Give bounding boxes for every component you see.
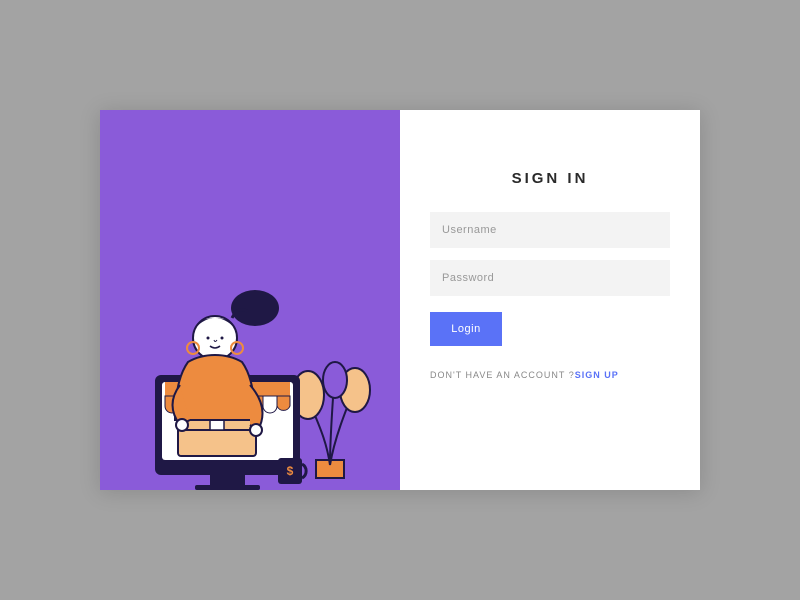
signup-link[interactable]: SIGN UP — [575, 370, 619, 380]
signup-row: DON'T HAVE AN ACCOUNT ?SIGN UP — [430, 370, 670, 380]
svg-text:$: $ — [287, 464, 294, 478]
illustration-panel: $ — [100, 110, 400, 490]
shop-illustration: $ — [100, 280, 400, 490]
form-panel: SIGN IN Login DON'T HAVE AN ACCOUNT ?SIG… — [400, 110, 700, 490]
signup-prompt: DON'T HAVE AN ACCOUNT ? — [430, 370, 575, 380]
login-card: $ — [100, 110, 700, 490]
password-input[interactable] — [430, 260, 670, 296]
username-input[interactable] — [430, 212, 670, 248]
signin-title: SIGN IN — [430, 170, 670, 187]
login-button[interactable]: Login — [430, 312, 502, 346]
